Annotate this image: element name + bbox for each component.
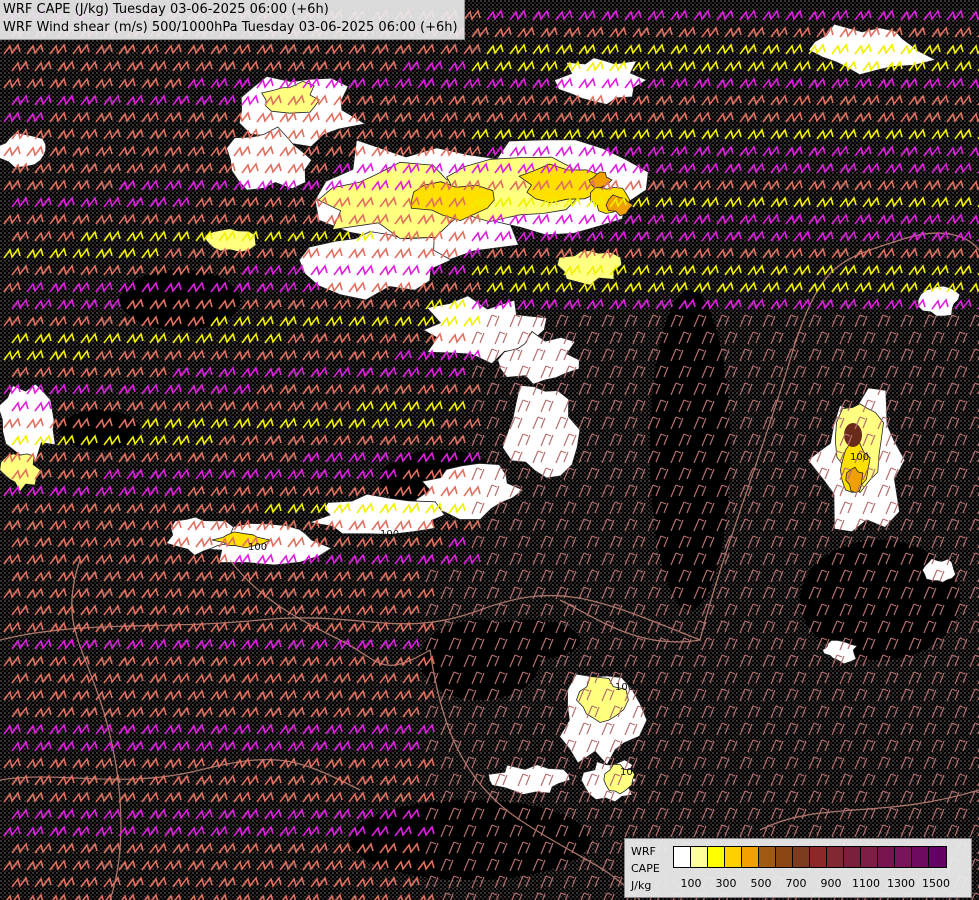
cape-contour-label: 100 xyxy=(620,767,639,778)
legend-swatch xyxy=(793,847,810,867)
legend-swatch xyxy=(759,847,776,867)
legend-swatch xyxy=(674,847,691,867)
legend-model-label: WRF xyxy=(631,845,656,858)
legend-tick-label: 1100 xyxy=(852,877,880,890)
legend-tick-label: 700 xyxy=(785,877,807,890)
legend-swatch xyxy=(725,847,742,867)
legend-swatch xyxy=(844,847,861,867)
legend-swatch xyxy=(776,847,793,867)
legend-swatch xyxy=(878,847,895,867)
legend-swatch xyxy=(742,847,759,867)
cape-contour-label: 100 xyxy=(380,529,399,540)
legend-swatch xyxy=(827,847,844,867)
legend-tick-labels: 100 300 500 700 900 1100 1300 1500 xyxy=(673,877,973,891)
cape-wind-shear-map: 100 100 100 100 100 100 xyxy=(0,0,979,900)
legend-swatch xyxy=(895,847,912,867)
cape-contour-label: 100 xyxy=(248,542,267,553)
legend-swatch xyxy=(861,847,878,867)
legend-tick-label: 300 xyxy=(715,877,737,890)
cape-contour-label: 100 xyxy=(615,682,634,693)
legend-swatch xyxy=(912,847,929,867)
legend-tick-label: 100 xyxy=(680,877,702,890)
cape-contour-label: 100 xyxy=(280,227,299,238)
legend-color-bar xyxy=(673,846,947,868)
legend-tick-label: 1500 xyxy=(922,877,950,890)
legend-swatch xyxy=(708,847,725,867)
clear-sky-patch xyxy=(800,540,960,660)
legend-swatch xyxy=(691,847,708,867)
map-title-box: WRF CAPE (J/kg) Tuesday 03-06-2025 06:00… xyxy=(0,0,465,40)
cape-title: WRF CAPE (J/kg) Tuesday 03-06-2025 06:00… xyxy=(3,2,329,17)
legend-variable-label: CAPE xyxy=(631,862,660,875)
cape-contour-label: 100 xyxy=(850,452,869,463)
legend-swatch xyxy=(810,847,827,867)
legend-tick-label: 1300 xyxy=(887,877,915,890)
cape-legend: WRF CAPE J/kg 100 300 500 700 900 1100 1300 150… xyxy=(624,838,972,898)
legend-tick-label: 900 xyxy=(820,877,842,890)
wind-shear-title: WRF Wind shear (m/s) 500/1000hPa Tuesday… xyxy=(3,20,458,35)
legend-tick-label: 500 xyxy=(750,877,772,890)
legend-unit-label: J/kg xyxy=(631,879,652,892)
legend-swatch xyxy=(929,847,946,867)
